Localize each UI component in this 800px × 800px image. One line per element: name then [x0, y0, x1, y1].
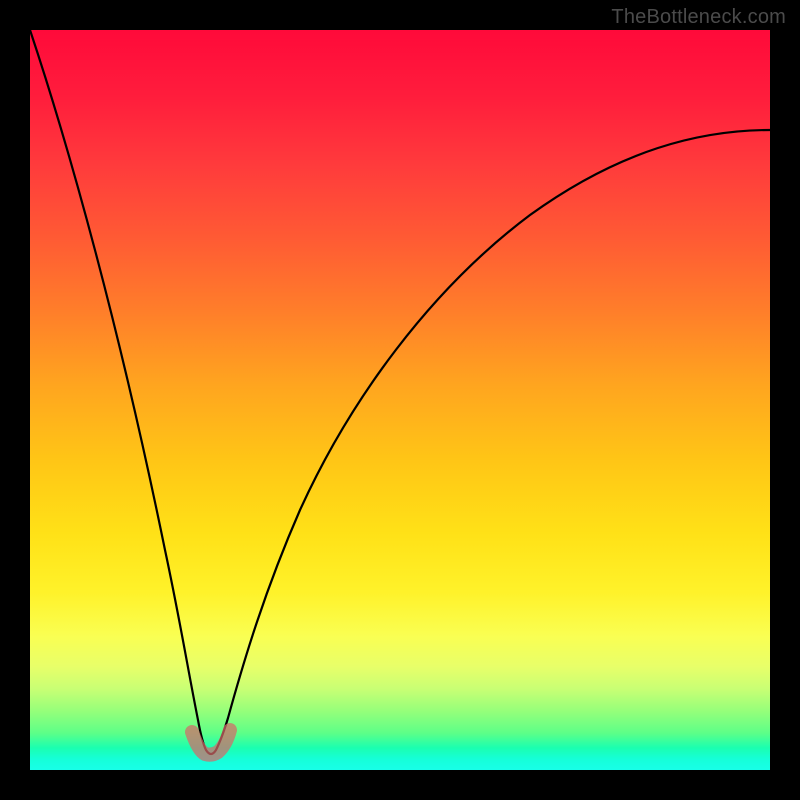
minimum-highlight	[192, 730, 230, 755]
bottleneck-curve	[30, 30, 770, 754]
curve-layer	[30, 30, 770, 770]
plot-area	[30, 30, 770, 770]
watermark-text: TheBottleneck.com	[611, 6, 786, 29]
chart-frame: TheBottleneck.com	[0, 0, 800, 800]
